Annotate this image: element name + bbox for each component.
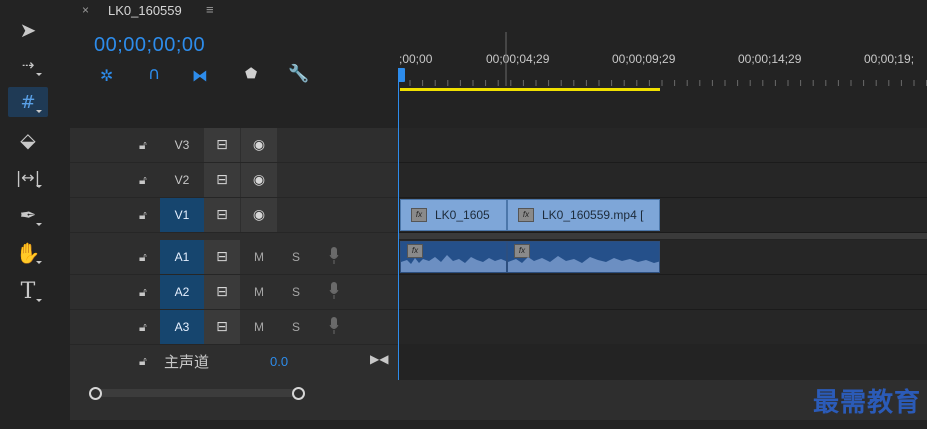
sync-lock-icon[interactable]: ⊟ bbox=[204, 275, 240, 309]
ruler-ticks bbox=[398, 32, 927, 91]
track-name[interactable]: A1 bbox=[160, 240, 204, 274]
sync-lock-icon[interactable]: ⊟ bbox=[204, 198, 240, 232]
zoom-handle-left[interactable] bbox=[89, 387, 102, 400]
sync-lock-icon[interactable]: ⊟ bbox=[204, 163, 240, 197]
lock-icon[interactable]: 🔓︎ bbox=[139, 138, 147, 153]
track-header-a3: 🔓︎ A3 ⊟ M S bbox=[70, 310, 398, 345]
mute-button[interactable]: M bbox=[254, 250, 264, 264]
slip-icon[interactable]: |↔| bbox=[8, 162, 48, 192]
tab-close-button[interactable]: × bbox=[82, 3, 89, 17]
tools-panel: ➤ ⇢ # ⬙ |↔| ✒ ✋ T bbox=[0, 0, 64, 420]
lane-master bbox=[398, 344, 927, 378]
selection-arrow-icon[interactable]: ➤ bbox=[8, 15, 48, 45]
timeline-controls: 00;00;00;00 ✲ ∩ ⧓ ⬟ 🔧 bbox=[70, 22, 398, 128]
master-volume-value[interactable]: 0.0 bbox=[270, 354, 288, 369]
timeline-tab-bar: × LK0_160559 ≡ bbox=[70, 0, 927, 22]
razor-icon[interactable]: ⬙ bbox=[8, 125, 48, 155]
clip-label: LK0_1605 bbox=[435, 208, 490, 222]
tab-menu-icon[interactable]: ≡ bbox=[206, 2, 214, 17]
lock-icon[interactable]: 🔓︎ bbox=[139, 250, 147, 265]
track-name[interactable]: A3 bbox=[160, 310, 204, 344]
track-header-v3: 🔓︎ V3 ⊟ ◉ bbox=[70, 128, 398, 163]
mute-button[interactable]: M bbox=[254, 320, 264, 334]
magnet-icon[interactable]: ∩ bbox=[148, 64, 160, 84]
wrench-icon[interactable]: 🔧 bbox=[288, 64, 309, 84]
track-name[interactable]: V3 bbox=[160, 128, 204, 162]
sync-lock-icon[interactable]: ⊟ bbox=[204, 240, 240, 274]
ripple-edit-icon[interactable]: # bbox=[8, 87, 48, 117]
linked-selection-icon[interactable]: ⧓ bbox=[192, 66, 208, 85]
lock-icon[interactable]: 🔓︎ bbox=[139, 320, 147, 335]
track-header-v2: 🔓︎ V2 ⊟ ◉ bbox=[70, 163, 398, 198]
sync-lock-icon[interactable]: ⊟ bbox=[204, 128, 240, 162]
track-name[interactable]: V1 bbox=[160, 198, 204, 232]
solo-button[interactable]: S bbox=[292, 250, 300, 264]
type-icon[interactable]: T bbox=[8, 276, 48, 306]
work-area-bar bbox=[400, 88, 660, 91]
solo-button[interactable]: S bbox=[292, 320, 300, 334]
track-header-a1: 🔓︎ A1 ⊟ M S bbox=[70, 240, 398, 275]
lock-icon[interactable]: 🔓︎ bbox=[139, 354, 147, 369]
playhead-timecode[interactable]: 00;00;00;00 bbox=[94, 34, 205, 57]
track-header-master: 🔓︎ 主声道 0.0 ▶◀ bbox=[70, 344, 398, 378]
eye-icon[interactable]: ◉ bbox=[241, 128, 277, 162]
lock-icon[interactable]: 🔓︎ bbox=[139, 285, 147, 300]
timeline-tracks[interactable]: fx LK0_1605 fx LK0_160559.mp4 [ fx fx bbox=[398, 68, 927, 384]
playhead-line[interactable] bbox=[398, 68, 399, 384]
microphone-icon[interactable] bbox=[329, 282, 339, 300]
lane-v3[interactable] bbox=[398, 128, 927, 163]
lock-icon[interactable]: 🔓︎ bbox=[139, 208, 147, 223]
track-header-v1: 🔓︎ V1 ⊟ ◉ bbox=[70, 198, 398, 233]
snap-icon[interactable]: ✲ bbox=[100, 66, 113, 85]
pen-icon[interactable]: ✒ bbox=[8, 200, 48, 230]
audio-waveform bbox=[508, 256, 659, 272]
lock-icon[interactable]: 🔓︎ bbox=[139, 173, 147, 188]
track-header-a2: 🔓︎ A2 ⊟ M S bbox=[70, 275, 398, 310]
audio-waveform bbox=[401, 255, 506, 272]
video-clip[interactable]: fx LK0_160559.mp4 [ bbox=[507, 199, 660, 231]
microphone-icon[interactable] bbox=[329, 247, 339, 265]
track-name[interactable]: V2 bbox=[160, 163, 204, 197]
clip-label: LK0_160559.mp4 [ bbox=[542, 208, 644, 222]
time-ruler[interactable]: ;00;00 00;00;04;29 00;00;09;29 00;00;14;… bbox=[398, 22, 927, 128]
playhead-handle bbox=[398, 68, 405, 82]
fx-badge-icon: fx bbox=[518, 208, 534, 222]
lane-v2[interactable] bbox=[398, 163, 927, 198]
microphone-icon[interactable] bbox=[329, 317, 339, 335]
marker-icon[interactable]: ⬟ bbox=[245, 66, 257, 82]
zoom-scrollbar-row bbox=[70, 380, 927, 410]
master-track-label: 主声道 bbox=[164, 353, 210, 371]
eye-icon[interactable]: ◉ bbox=[241, 198, 277, 232]
eye-icon[interactable]: ◉ bbox=[241, 163, 277, 197]
sync-lock-icon[interactable]: ⊟ bbox=[204, 310, 240, 344]
audio-clip[interactable]: fx bbox=[400, 241, 507, 273]
track-headers: 🔓︎ V3 ⊟ ◉ 🔓︎ V2 ⊟ ◉ 🔓︎ V1 ⊟ ◉ 🔓︎ A1 ⊟ M … bbox=[70, 128, 398, 380]
track-select-forward-icon[interactable]: ⇢ bbox=[8, 50, 48, 80]
solo-button[interactable]: S bbox=[292, 285, 300, 299]
watermark-logo: 最需教育 bbox=[812, 388, 921, 418]
video-audio-divider[interactable] bbox=[398, 233, 927, 239]
zoom-handle-right[interactable] bbox=[292, 387, 305, 400]
video-clip[interactable]: fx LK0_1605 bbox=[400, 199, 507, 231]
audio-clip[interactable]: fx bbox=[507, 241, 660, 273]
track-name[interactable]: A2 bbox=[160, 275, 204, 309]
fx-badge-icon: fx bbox=[411, 208, 427, 222]
lane-a2[interactable] bbox=[398, 275, 927, 310]
lane-a3[interactable] bbox=[398, 310, 927, 345]
go-to-end-icon[interactable]: ▶◀ bbox=[370, 352, 388, 366]
hand-icon[interactable]: ✋ bbox=[8, 238, 48, 268]
sequence-tab-title[interactable]: LK0_160559 bbox=[108, 3, 182, 18]
zoom-scrollbar[interactable] bbox=[96, 389, 302, 397]
mute-button[interactable]: M bbox=[254, 285, 264, 299]
